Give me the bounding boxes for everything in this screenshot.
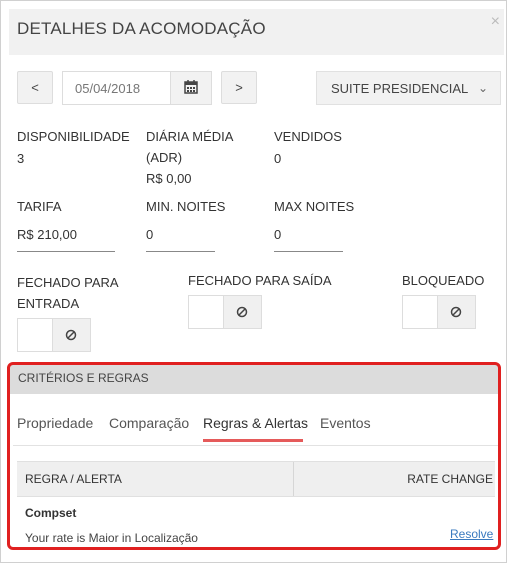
blocked-label: BLOQUEADO [402, 273, 485, 288]
accommodation-details-panel: DETALHES DA ACOMODAÇÃO × < 05/04/2018 > … [0, 0, 507, 563]
adr-label-line2: (ADR) [146, 150, 183, 165]
ban-icon [450, 306, 462, 318]
min-nights-value: 0 [146, 227, 154, 242]
rate-label: TARIFA [17, 199, 62, 214]
toggle-knob [52, 319, 90, 351]
availability-label: DISPONIBILIDADE [17, 129, 130, 144]
rate-input[interactable]: R$ 210,00 [17, 225, 115, 252]
date-input[interactable]: 05/04/2018 [62, 71, 212, 105]
closed-departure-toggle[interactable] [188, 295, 262, 329]
panel-title: DETALHES DA ACOMODAÇÃO [17, 19, 266, 38]
ban-icon [236, 306, 248, 318]
adr-value: R$ 0,00 [146, 171, 192, 186]
highlight-frame [7, 362, 501, 550]
max-nights-value: 0 [274, 227, 282, 242]
panel-header: DETALHES DA ACOMODAÇÃO × [9, 9, 504, 55]
close-icon[interactable]: × [491, 13, 500, 31]
max-nights-label: MAX NOITES [274, 199, 355, 214]
min-nights-label: MIN. NOITES [146, 199, 226, 214]
closed-arrival-label-line2: ENTRADA [17, 296, 80, 311]
sold-value: 0 [274, 151, 282, 166]
sold-label: VENDIDOS [274, 129, 342, 144]
closed-arrival-label-line1: FECHADO PARA [17, 275, 119, 290]
closed-departure-label: FECHADO PARA SAÍDA [188, 273, 332, 288]
ban-icon [65, 329, 77, 341]
toggle-knob [437, 296, 475, 328]
next-date-button[interactable]: > [221, 71, 257, 104]
room-type-select[interactable]: SUITE PRESIDENCIAL ⌄ [316, 71, 501, 105]
prev-date-button[interactable]: < [17, 71, 53, 104]
date-value: 05/04/2018 [75, 81, 141, 96]
room-type-value: SUITE PRESIDENCIAL [331, 81, 469, 96]
blocked-toggle[interactable] [402, 295, 476, 329]
availability-value: 3 [17, 151, 25, 166]
min-nights-input[interactable]: 0 [146, 225, 215, 252]
rate-value: R$ 210,00 [17, 227, 77, 242]
max-nights-input[interactable]: 0 [274, 225, 343, 252]
closed-arrival-toggle[interactable] [17, 318, 91, 352]
calendar-icon[interactable] [170, 72, 211, 104]
adr-label-line1: DIÁRIA MÉDIA [146, 129, 234, 144]
toggle-knob [223, 296, 261, 328]
chevron-down-icon: ⌄ [477, 81, 488, 95]
